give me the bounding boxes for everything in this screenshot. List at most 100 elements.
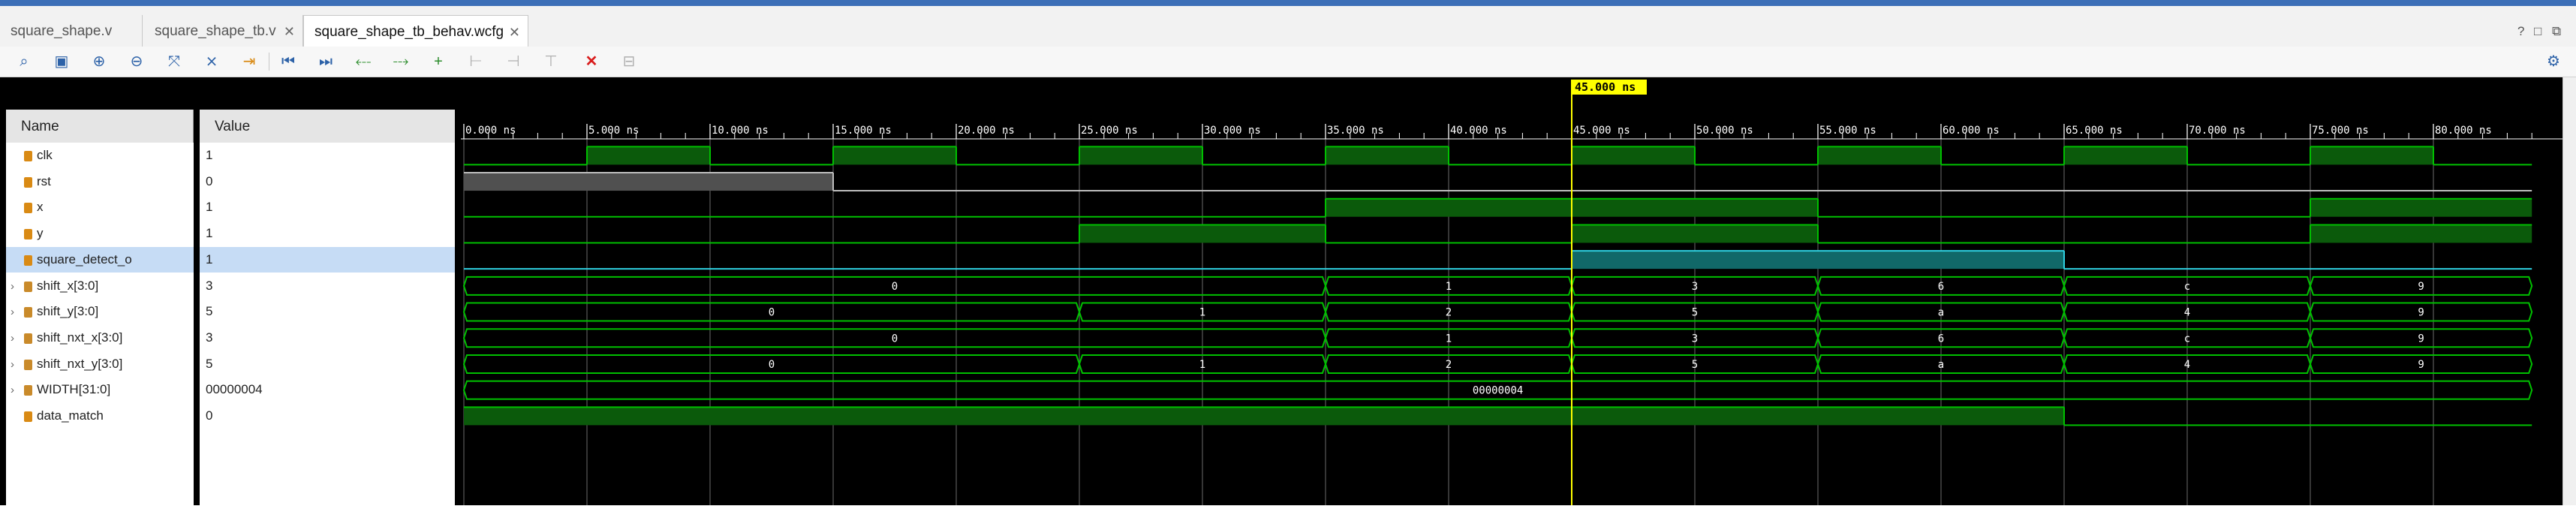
waveform-high-fill <box>587 146 710 165</box>
signal-value: 1 <box>206 226 213 240</box>
name-column-header[interactable]: Name <box>6 110 194 143</box>
swap-cursors-icon[interactable]: ⊤ <box>542 53 560 71</box>
waveform-high-fill <box>2310 146 2433 165</box>
bus-signal-icon <box>24 306 32 318</box>
go-to-end-icon[interactable]: ⏭ <box>317 53 335 71</box>
expand-chevron-icon[interactable]: › <box>6 352 24 378</box>
time-tick-label: 55.000 ns <box>1819 125 1876 137</box>
waveform-viewer[interactable]: 0.000 ns 5.000 ns 10.000 ns 15.000 ns 20.000… <box>461 77 2562 505</box>
expand-chevron-icon[interactable]: › <box>6 378 24 403</box>
zoom-out-icon[interactable]: ⊖ <box>128 53 146 71</box>
waveform-high-fill <box>2064 146 2187 165</box>
signal-name-row[interactable]: rst <box>6 169 194 194</box>
signal-value: 0 <box>206 408 213 423</box>
signal-name-row[interactable]: › WIDTH[31:0] <box>6 377 194 402</box>
bus-value-label: 3 <box>1692 281 1698 293</box>
delete-icon[interactable]: ✕ <box>582 53 600 71</box>
signal-value-column: 1 0 1 1 1 3 5 3 5 00000004 0 <box>200 143 455 505</box>
time-tick-label: 30.000 ns <box>1204 125 1261 137</box>
signal-name: shift_nxt_y[3:0] <box>37 357 123 371</box>
add-marker-icon[interactable]: + <box>429 53 447 71</box>
signal-name: square_detect_o <box>37 252 132 267</box>
signal-value: 1 <box>206 200 213 214</box>
signal-name-row[interactable]: › shift_x[3:0] <box>6 273 194 299</box>
tab-square-shape-tb-behav-wcfg[interactable]: square_shape_tb_behav.wcfg ✕ <box>303 15 528 48</box>
signal-name-row[interactable]: clk <box>6 143 194 168</box>
tab-label: square_shape_tb.v <box>155 23 276 39</box>
waveform-high-fill <box>464 407 2064 426</box>
zoom-in-icon[interactable]: ⊕ <box>90 53 108 71</box>
time-tick-label: 45.000 ns <box>1573 125 1630 137</box>
time-tick-label: 15.000 ns <box>835 125 892 137</box>
bit-signal-icon <box>24 150 32 161</box>
time-tick-label: 5.000 ns <box>588 125 639 137</box>
bus-value-label: 1 <box>1446 333 1452 345</box>
previous-marker-icon[interactable]: ⊢ <box>467 53 485 71</box>
bus-signal-icon <box>24 281 32 292</box>
waveform-high-fill <box>2310 224 2532 243</box>
tab-square-shape-tb-v[interactable]: square_shape_tb.v ✕ <box>144 15 303 48</box>
time-tick-label: 20.000 ns <box>958 125 1015 137</box>
signal-name-row[interactable]: x <box>6 194 194 220</box>
waveform-toolbar: ⌕ ▣ ⊕ ⊖ ⤧ ⨯ ⇥ ⏮ ⏭ ⤎ ⤏ + ⊢ ⊣ ⊤ ✕ ⊟ ⚙ <box>0 47 2576 77</box>
close-icon[interactable]: ✕ <box>284 15 295 48</box>
close-icon[interactable]: ✕ <box>509 16 520 49</box>
value-column-header[interactable]: Value <box>200 110 455 143</box>
signal-name-column: clk rst x y square_detect_o › shift_x[3:0] › shi… <box>6 143 194 505</box>
waveform-high-fill <box>2310 198 2532 217</box>
signal-name-row[interactable]: › shift_nxt_y[3:0] <box>6 351 194 377</box>
gear-icon[interactable]: ⚙ <box>2544 53 2562 71</box>
maximize-icon[interactable]: ⧉ <box>2552 24 2561 39</box>
expand-chevron-icon[interactable]: › <box>6 300 24 325</box>
cursor-icon[interactable]: ⨯ <box>203 53 221 71</box>
waveform-high-fill <box>833 146 956 165</box>
signal-name-row[interactable]: data_match <box>6 403 194 429</box>
signal-name: shift_nxt_x[3:0] <box>37 330 123 345</box>
snap-icon[interactable]: ⊟ <box>620 53 638 71</box>
bit-signal-icon <box>24 202 32 213</box>
waveform-high-fill <box>1572 224 1818 243</box>
time-tick-label: 80.000 ns <box>2435 125 2492 137</box>
previous-transition-icon[interactable]: ⤎ <box>354 53 372 71</box>
next-transition-icon[interactable]: ⤏ <box>392 53 410 71</box>
signal-name: x <box>37 200 44 214</box>
value-header-label: Value <box>215 119 251 134</box>
zoom-fit-icon[interactable]: ⤧ <box>165 53 183 71</box>
restore-icon[interactable]: □ <box>2534 24 2541 39</box>
expand-chevron-icon[interactable]: › <box>6 326 24 351</box>
bus-value-label: 9 <box>2418 333 2424 345</box>
expand-chevron-icon[interactable]: › <box>6 274 24 300</box>
signal-name-row[interactable]: square_detect_o <box>6 247 194 273</box>
save-icon[interactable]: ▣ <box>53 53 71 71</box>
time-tick-label: 40.000 ns <box>1450 125 1507 137</box>
bus-value-label: a <box>1938 307 1944 319</box>
vertical-scrollbar[interactable] <box>2562 77 2576 505</box>
bus-value-label: 6 <box>1938 333 1944 345</box>
signal-value: 3 <box>206 330 213 345</box>
bit-signal-icon <box>24 228 32 239</box>
marker-icon[interactable]: ⇥ <box>240 53 258 71</box>
tab-label: square_shape_tb_behav.wcfg <box>314 24 504 40</box>
time-tick-label: 65.000 ns <box>2066 125 2123 137</box>
go-to-start-icon[interactable]: ⏮ <box>279 53 297 71</box>
help-icon[interactable]: ? <box>2517 24 2524 39</box>
bus-value-label: 2 <box>1446 307 1452 319</box>
bus-value-label: 9 <box>2418 307 2424 319</box>
time-tick-label: 75.000 ns <box>2312 125 2369 137</box>
search-icon[interactable]: ⌕ <box>15 53 33 71</box>
tab-square-shape-v[interactable]: square_shape.v <box>0 15 143 48</box>
bus-value-label: 3 <box>1692 333 1698 345</box>
signal-value: 0 <box>206 174 213 188</box>
time-tick-label: 0.000 ns <box>465 125 516 137</box>
signal-value: 00000004 <box>206 382 263 396</box>
signal-name-row[interactable]: › shift_y[3:0] <box>6 299 194 324</box>
waveform-canvas[interactable]: 0.000 ns 5.000 ns 10.000 ns 15.000 ns 20.000… <box>461 77 2562 505</box>
next-marker-icon[interactable]: ⊣ <box>504 53 522 71</box>
signal-name: shift_x[3:0] <box>37 279 99 293</box>
signal-name-row[interactable]: › shift_nxt_x[3:0] <box>6 325 194 351</box>
name-header-label: Name <box>21 119 59 134</box>
bus-value-label: 2 <box>1446 359 1452 371</box>
signal-name-row[interactable]: y <box>6 221 194 246</box>
bus-value-label: 5 <box>1692 307 1698 319</box>
waveform-high-fill <box>1326 146 1449 165</box>
